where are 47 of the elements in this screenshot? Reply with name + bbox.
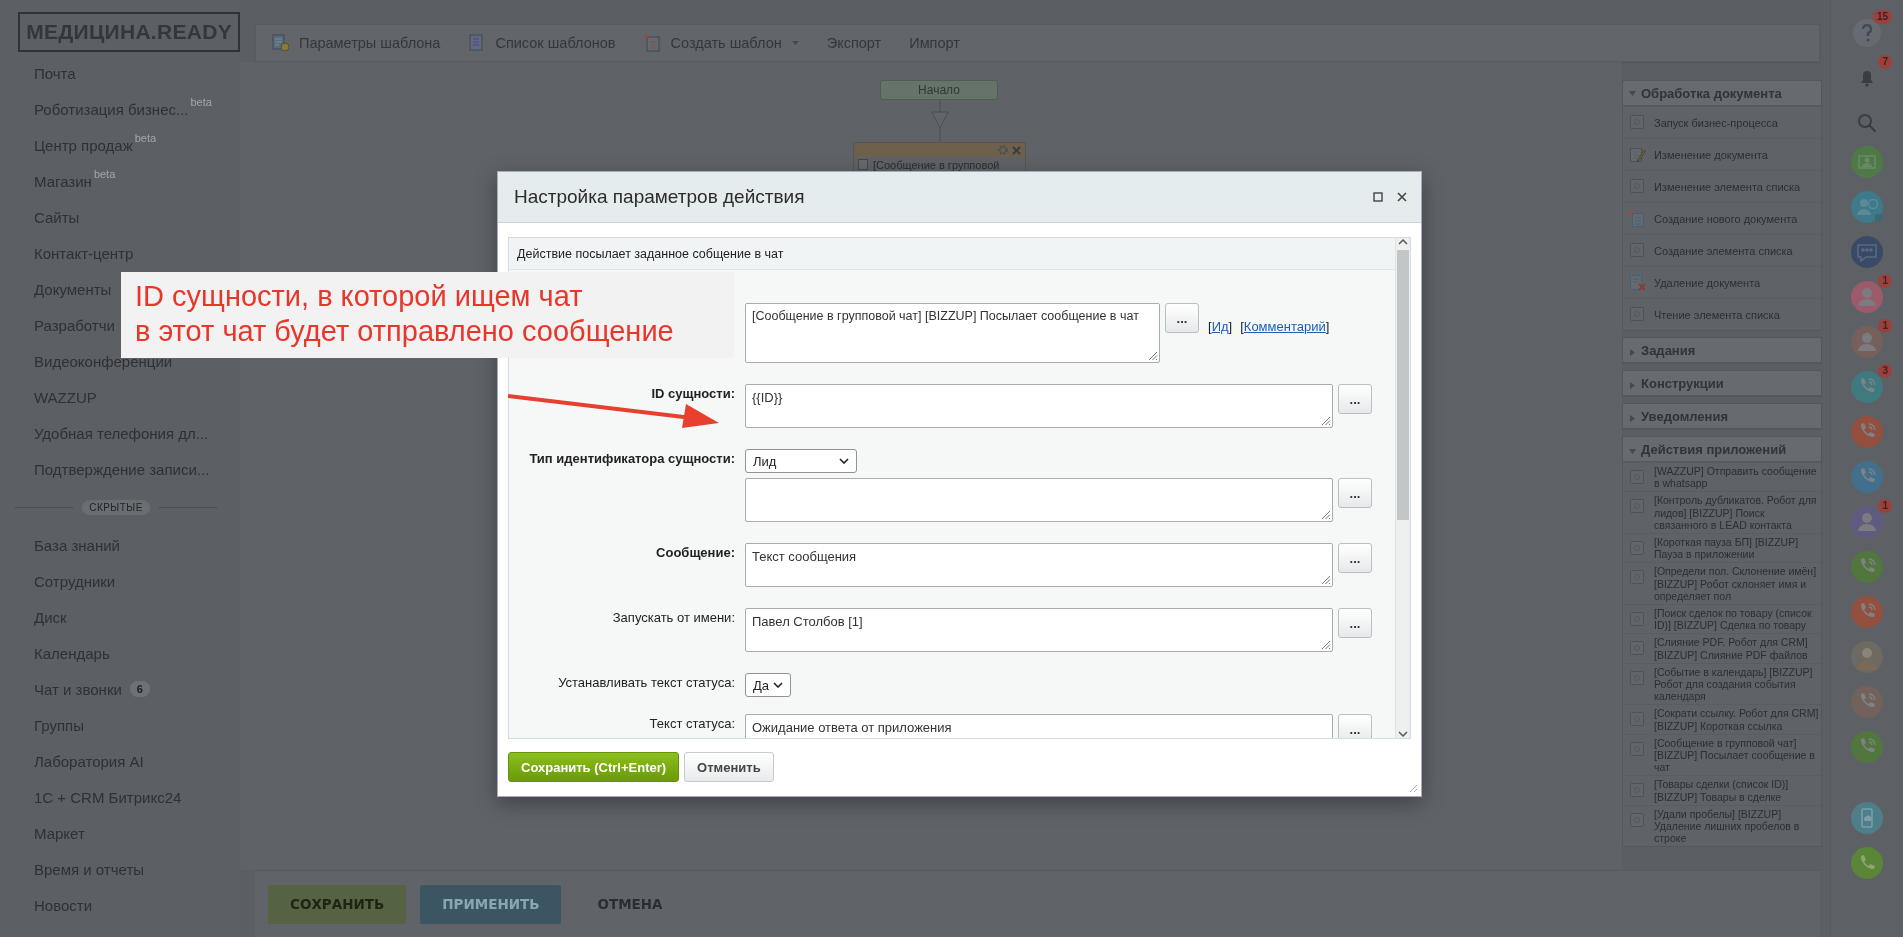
apply-button[interactable]: ПРИМЕНИТЬ	[420, 884, 562, 924]
count-badge: 1	[1878, 274, 1892, 288]
section-header[interactable]: Задания	[1623, 338, 1821, 363]
count-badge: 7	[1878, 55, 1892, 69]
more-button[interactable]: ...	[1165, 303, 1199, 333]
text-area-field[interactable]: {{ID}}	[745, 384, 1333, 428]
more-button[interactable]: ...	[1338, 384, 1372, 414]
text-area-field[interactable]: Ожидание ответа от приложения	[745, 714, 1333, 738]
section-header[interactable]: Действия приложений	[1623, 437, 1821, 462]
counter-badge: 6	[129, 681, 150, 697]
dialog-title: Настройка параметров действия	[514, 186, 806, 208]
beta-label: beta	[93, 168, 116, 180]
field-label: Запускать от имени:	[611, 609, 735, 625]
save-button[interactable]: СОХРАНИТЬ	[268, 884, 407, 924]
section-divider-label[interactable]: СКРЫТЫЕ	[82, 499, 150, 515]
more-button[interactable]: ...	[1338, 714, 1372, 738]
select-dropdown[interactable]: Да	[745, 673, 791, 697]
count-badge: 15	[1872, 10, 1892, 24]
field-label: Текст статуса:	[648, 715, 735, 731]
annotation-text: ID сущности, в которой ищем чат	[135, 279, 584, 314]
section-header[interactable]: Конструкции	[1623, 371, 1821, 396]
count-badge: 1	[1878, 499, 1892, 513]
description-text: Действие посылает заданное собщение в чат	[517, 246, 784, 261]
section-header[interactable]: Обработка документа	[1623, 81, 1821, 106]
beta-label: beta	[190, 96, 212, 108]
bracketed-link-text: [Комментарий]	[1240, 319, 1330, 334]
text-area-field[interactable]: Павел Столбов [1]	[745, 608, 1333, 652]
field-label: ID сущности:	[650, 385, 735, 401]
more-button[interactable]: ...	[1338, 543, 1372, 573]
cancel-button[interactable]: ОТМЕНА	[575, 884, 685, 924]
text-area-field[interactable]: [Сообщение в групповой чат] [BIZZUP] Посылает сообщение в чат	[745, 303, 1160, 363]
field-label: Устанавливать текст статуса:	[557, 674, 735, 690]
count-badge: 1	[1878, 319, 1892, 333]
more-button[interactable]: ...	[1338, 478, 1372, 508]
save-button[interactable]: Сохранить (Ctrl+Enter)	[508, 752, 680, 782]
count-badge: 3	[1878, 364, 1892, 378]
start-node[interactable]: Начало	[880, 80, 998, 100]
cancel-button[interactable]: Отменить	[684, 752, 774, 782]
text-area-field[interactable]: Текст сообщения	[745, 543, 1333, 587]
field-label: Сообщение:	[655, 544, 735, 560]
more-button[interactable]: ...	[1338, 608, 1372, 638]
select-dropdown[interactable]: Лид	[745, 449, 857, 473]
bracketed-link-text: [Ид]	[1208, 319, 1233, 334]
annotation-text: в этот чат будет отправлено сообщение	[135, 314, 675, 349]
section-header[interactable]: Уведомления	[1623, 404, 1821, 429]
field-label: Тип идентификатора сущности:	[528, 450, 735, 466]
beta-label: beta	[134, 132, 157, 144]
